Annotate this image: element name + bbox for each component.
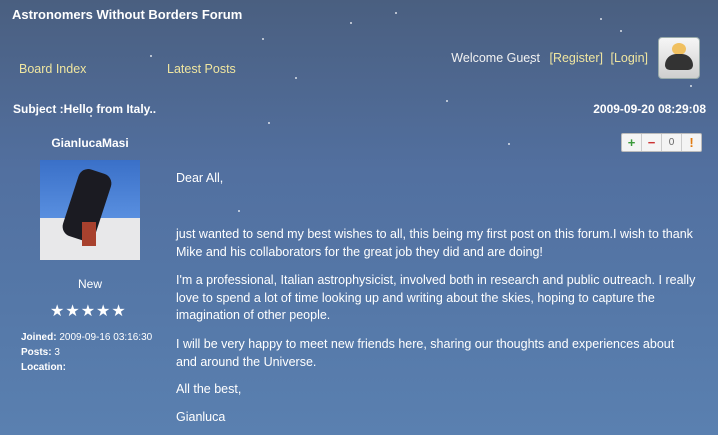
posts-label: Posts: [21, 347, 52, 358]
rank-stars-icon: ★★★★★ [50, 303, 127, 320]
site-title[interactable]: Astronomers Without Borders Forum [12, 7, 242, 22]
author-avatar [40, 160, 140, 260]
plus-icon[interactable]: + [622, 134, 642, 151]
post-paragraph: All the best, [176, 382, 242, 396]
post-subject: Subject :Hello from Italy.. [13, 102, 157, 116]
nav-board-index[interactable]: Board Index [19, 62, 86, 76]
register-link[interactable]: [Register] [549, 51, 603, 65]
post-paragraph: Gianluca [176, 410, 226, 424]
author-location: Location: [21, 362, 66, 373]
vote-count: 0 [662, 134, 682, 151]
post-paragraph: just wanted to send my best wishes to al… [176, 227, 693, 259]
location-label: Location: [21, 362, 66, 373]
post-actions: + − 0 ! [621, 133, 702, 152]
joined-value: 2009-09-16 03:16:30 [59, 332, 153, 343]
post-paragraph: I'm a professional, Italian astrophysici… [176, 273, 696, 322]
guest-user-icon[interactable] [658, 37, 700, 79]
report-icon[interactable]: ! [682, 134, 701, 151]
joined-label: Joined: [21, 332, 57, 343]
welcome-bar: Welcome Guest [Register] [Login] [451, 51, 648, 65]
author-username[interactable]: GianlucaMasi [0, 136, 180, 150]
post-paragraph: Dear All, [176, 171, 224, 185]
post-date: 2009-09-20 08:29:08 [593, 102, 706, 116]
posts-value: 3 [54, 347, 60, 358]
author-rank: New [77, 277, 102, 291]
minus-icon[interactable]: − [642, 134, 662, 151]
welcome-text: Welcome Guest [451, 51, 540, 65]
login-link[interactable]: [Login] [610, 51, 648, 65]
post-paragraph: I will be very happy to meet new friends… [176, 337, 675, 369]
nav-latest-posts[interactable]: Latest Posts [167, 62, 236, 76]
author-posts: Posts: 3 [21, 347, 60, 358]
author-joined: Joined: 2009-09-16 03:16:30 [21, 332, 152, 343]
